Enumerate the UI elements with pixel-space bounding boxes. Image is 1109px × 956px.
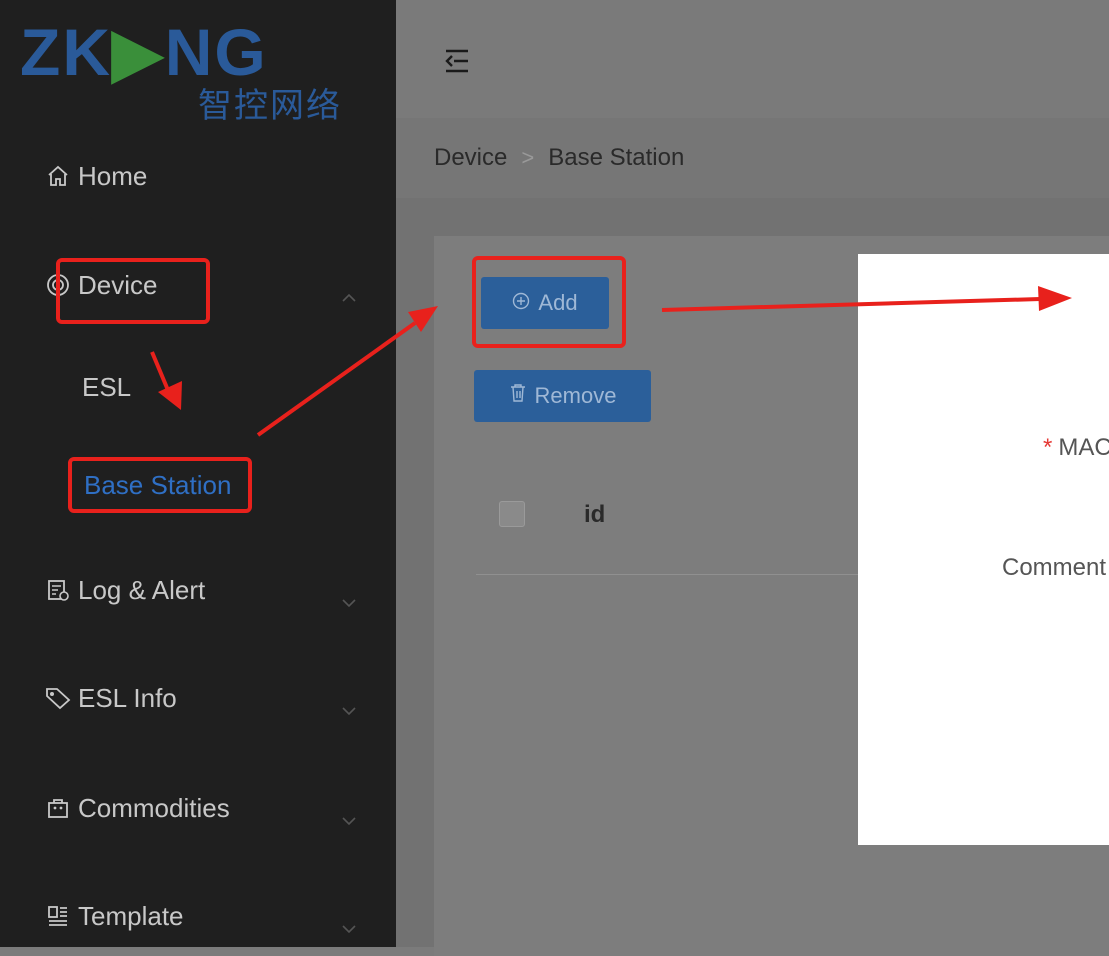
annotation-arrows (150, 286, 1072, 437)
